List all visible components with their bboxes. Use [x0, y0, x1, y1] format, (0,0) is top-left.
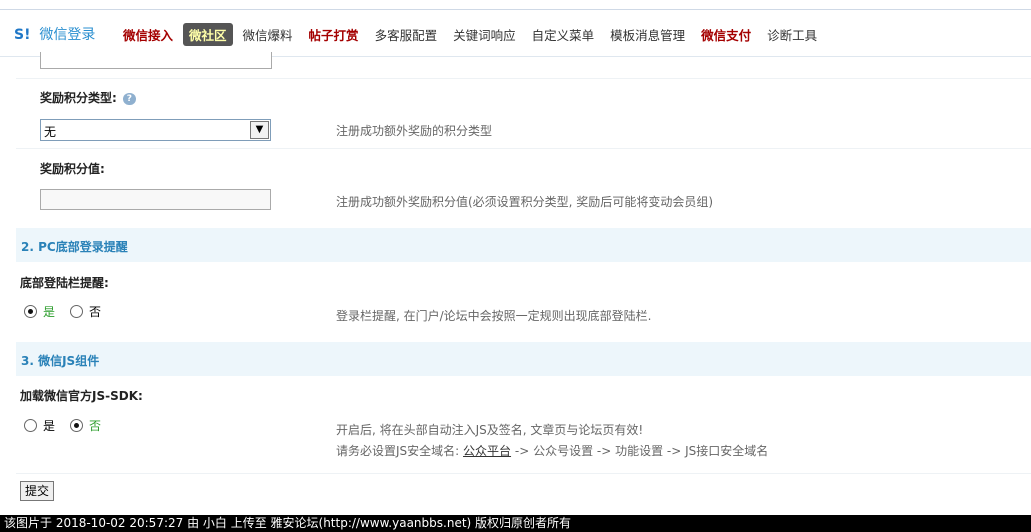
submit-button[interactable]: 提交	[20, 481, 55, 501]
nav-item-5[interactable]: 关键词响应	[447, 23, 522, 46]
radio-label: 否	[89, 419, 102, 433]
reward-type-note: 注册成功额外奖励的积分类型	[336, 124, 493, 138]
bottom-login-label: 底部登陆栏提醒:	[20, 276, 109, 290]
js-sdk-no-radio[interactable]: 否	[70, 417, 101, 434]
reward-type-label: 奖励积分类型:?	[40, 89, 136, 106]
radio-label: 是	[43, 419, 56, 433]
nav-item-8[interactable]: 微信支付	[695, 23, 757, 46]
nav-item-4[interactable]: 多客服配置	[369, 23, 444, 46]
divider	[16, 473, 1031, 474]
divider	[16, 148, 1031, 149]
reward-value-input[interactable]	[40, 189, 271, 210]
js-sdk-note-1: 开启后, 将在头部自动注入JS及签名, 文章页与论坛页有效!	[336, 423, 644, 437]
public-platform-link[interactable]: 公众平台	[463, 444, 511, 458]
section-header-pc-login: 2. PC底部登录提醒	[16, 228, 1031, 262]
radio-checked-icon	[70, 419, 83, 432]
brand: S! 微信登录	[14, 24, 95, 44]
nav-item-7[interactable]: 模板消息管理	[604, 23, 691, 46]
bottom-login-yes-radio[interactable]: 是	[24, 303, 55, 320]
nav-menu: 微信接入 微社区 微信爆料 帖子打赏 多客服配置 关键词响应 自定义菜单 模板消息管理 微信支付…	[117, 23, 827, 46]
reward-type-select[interactable]: 无 ▼	[40, 119, 271, 141]
section-title: 3. 微信JS组件	[21, 354, 100, 368]
brand-title: 微信登录	[39, 27, 96, 43]
js-sdk-note-suffix: -> 公众号设置 -> 功能设置 -> JS接口安全域名	[514, 444, 769, 458]
radio-checked-icon	[24, 305, 37, 318]
radio-unchecked-icon	[70, 305, 83, 318]
nav-item-9[interactable]: 诊断工具	[761, 23, 823, 46]
radio-unchecked-icon	[24, 419, 37, 432]
js-sdk-note-2: 请务必设置JS安全域名: 公众平台 -> 公众号设置 -> 功能设置 -> JS…	[336, 442, 768, 459]
nav-item-6[interactable]: 自定义菜单	[526, 23, 601, 46]
reward-type-selected: 无	[44, 125, 57, 139]
radio-label: 是	[43, 305, 56, 319]
upload-watermark-footer: 该图片于 2018-10-02 20:57:27 由 小白 上传至 雅安论坛(h…	[0, 515, 1031, 532]
reward-value-note: 注册成功额外奖励积分值(必须设置积分类型, 奖励后可能将变动会员组)	[336, 195, 713, 209]
bottom-login-no-radio[interactable]: 否	[70, 303, 101, 320]
top-navigation: S! 微信登录 微信接入 微社区 微信爆料 帖子打赏 多客服配置 关键词响应 自定义菜单 模板…	[0, 10, 1031, 57]
nav-item-0[interactable]: 微信接入	[117, 23, 179, 46]
bottom-login-note: 登录栏提醒, 在门户/论坛中会按照一定规则出现底部登陆栏.	[336, 309, 652, 323]
nav-item-1[interactable]: 微社区	[183, 23, 233, 46]
js-sdk-label: 加载微信官方JS-SDK:	[20, 389, 143, 403]
clipped-note	[336, 54, 656, 62]
js-sdk-note-prefix: 请务必设置JS安全域名:	[336, 444, 460, 458]
top-border	[0, 0, 1031, 10]
nav-item-3[interactable]: 帖子打赏	[303, 23, 365, 46]
reward-type-label-text: 奖励积分类型:	[40, 91, 117, 105]
brand-logo: S!	[14, 27, 31, 43]
js-sdk-yes-radio[interactable]: 是	[24, 417, 55, 434]
reward-value-label: 奖励积分值:	[40, 162, 105, 176]
clipped-select[interactable]	[40, 52, 272, 69]
help-icon[interactable]: ?	[122, 92, 136, 105]
nav-item-2[interactable]: 微信爆料	[237, 23, 299, 46]
section-header-wechat-js: 3. 微信JS组件	[16, 342, 1031, 376]
chevron-down-icon[interactable]: ▼	[250, 121, 269, 139]
divider	[16, 78, 1031, 79]
radio-label: 否	[89, 305, 102, 319]
section-title: 2. PC底部登录提醒	[21, 240, 128, 254]
